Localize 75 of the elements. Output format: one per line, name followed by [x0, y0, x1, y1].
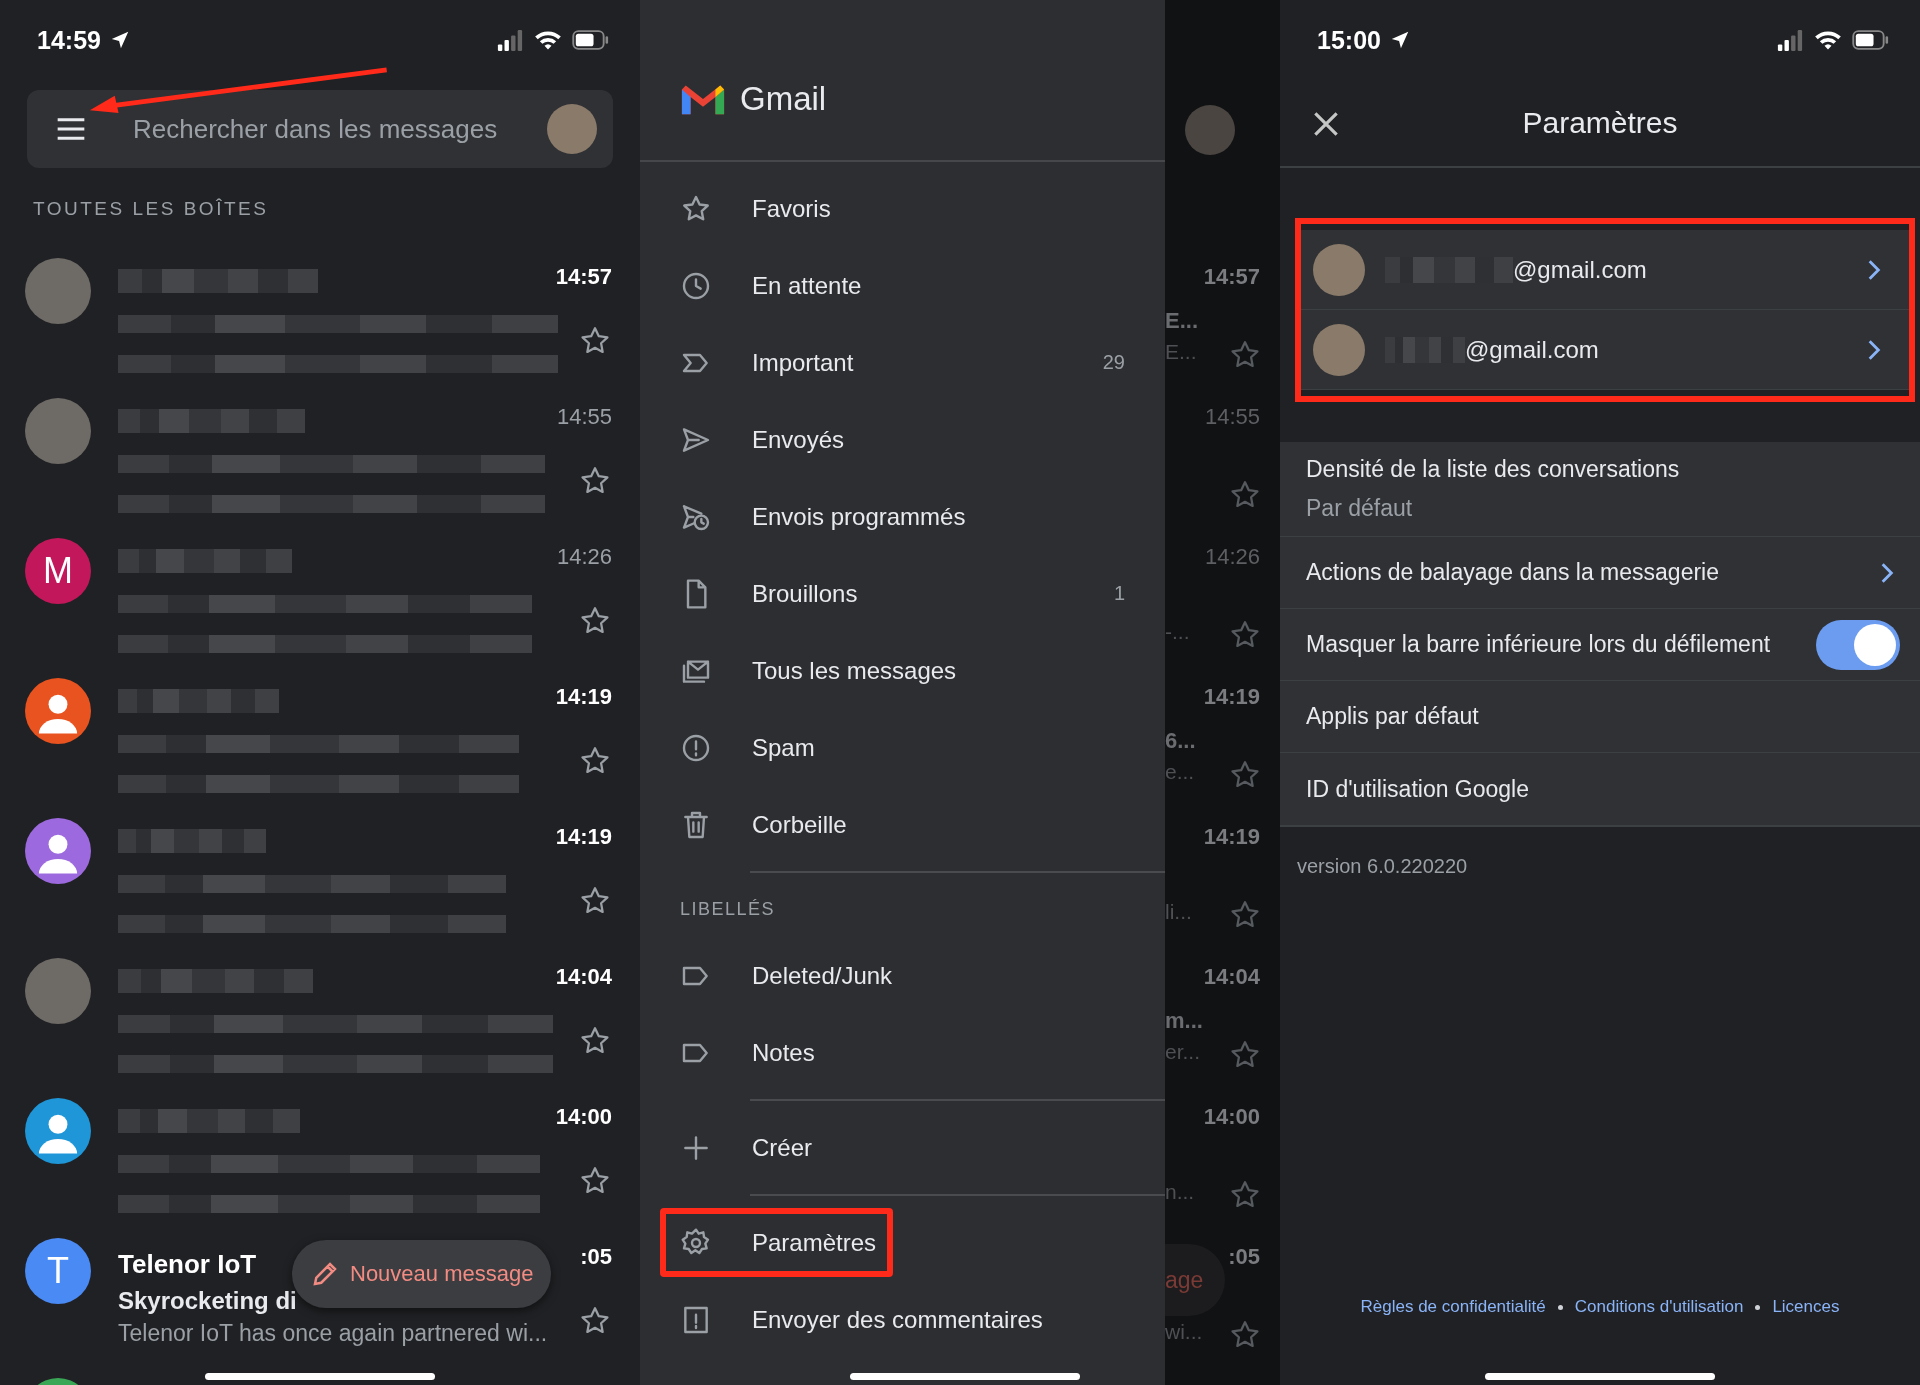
drawer-item[interactable]: Favoris	[640, 170, 1165, 247]
drawer-item[interactable]: Deleted/Junk	[640, 937, 1165, 1014]
message-subject: E...	[1165, 308, 1198, 334]
section-title: LIBELLÉS	[679, 897, 777, 921]
app-title: Gmail	[740, 80, 827, 118]
battery-icon	[1852, 29, 1890, 51]
message-time: 14:55	[556, 404, 612, 430]
drawer-item[interactable]: Créer	[640, 1109, 1165, 1186]
drawer-item[interactable]: Brouillons 1	[640, 555, 1165, 632]
photo-placeholder	[1313, 243, 1365, 296]
message-snippet: Telenor IoT has once again partnered wi...	[118, 1320, 548, 1347]
setting-label[interactable]: Applis par défaut	[1306, 703, 1479, 730]
setting-label[interactable]: Actions de balayage dans la messagerie	[1306, 559, 1719, 586]
message-time: 14:26	[1204, 544, 1260, 570]
message-time: 14:19	[555, 684, 612, 710]
drawer-item[interactable]: Envoyer des commentaires	[640, 1281, 1165, 1358]
message-time: 14:55	[1204, 404, 1260, 430]
drawer-item[interactable]: Important 29	[640, 324, 1165, 401]
status-time: 14:59	[37, 25, 101, 55]
drawer-item[interactable]: Spam	[640, 709, 1165, 786]
message-snippet: -...	[1165, 620, 1190, 644]
message-time: 14:04	[1203, 964, 1260, 990]
message-time: 14:00	[555, 1104, 612, 1130]
avatar: M	[25, 538, 91, 604]
screen-title: Paramètres	[1522, 106, 1678, 140]
message-subject: m...	[1165, 1008, 1203, 1034]
message-time: 14:57	[1203, 264, 1260, 290]
setting-label[interactable]: ID d'utilisation Google	[1306, 775, 1529, 803]
photo-placeholder	[1185, 105, 1235, 155]
drawer-item[interactable]: Envoyés	[640, 401, 1165, 478]
battery-icon	[572, 29, 610, 51]
avatar: T	[25, 1238, 91, 1304]
sender-name: Telenor IoT	[118, 1249, 257, 1279]
message-snippet: n...	[1165, 1180, 1195, 1204]
toggle-switch[interactable]	[1816, 619, 1900, 670]
wifi-icon	[534, 29, 562, 51]
setting-value: Par défaut	[1306, 495, 1414, 522]
account-row[interactable]: @gmail.com	[1301, 230, 1909, 310]
drawer-item[interactable]: Tous les messages	[640, 632, 1165, 709]
footer-link[interactable]: Conditions d'utilisation	[1574, 1297, 1744, 1317]
drawer-item[interactable]: Notes	[640, 1014, 1165, 1091]
footer-link[interactable]: Règles de confidentialité	[1360, 1297, 1546, 1317]
separator-dot	[1557, 1304, 1563, 1310]
message-time: 14:26	[556, 544, 612, 570]
message-time: :05	[1228, 1244, 1260, 1270]
account-row[interactable]: @gmail.com	[1301, 310, 1909, 390]
drawer-item[interactable]: En attente	[640, 247, 1165, 324]
message-time: 14:00	[1203, 1104, 1260, 1130]
message-subject: 6...	[1165, 728, 1196, 754]
drawer-item[interactable]: Paramètres	[640, 1204, 1165, 1281]
version-text: version 6.0.220220	[1296, 854, 1469, 878]
setting-label: Densité de la liste des conversations	[1306, 456, 1680, 483]
message-snippet: wi...	[1165, 1320, 1203, 1344]
section-title: TOUTES LES BOÎTES	[33, 198, 269, 220]
message-time: 14:57	[555, 264, 612, 290]
setting-label: Masquer la barre inférieure lors du défilement	[1306, 631, 1771, 658]
signal-icon	[496, 29, 524, 51]
message-time: :05	[580, 1244, 612, 1270]
separator-dot	[1755, 1304, 1761, 1310]
message-snippet: er...	[1165, 1040, 1201, 1064]
message-time: 14:19	[555, 824, 612, 850]
drawer-item[interactable]: Corbeille	[640, 786, 1165, 863]
message-snippet: e...	[1165, 760, 1195, 784]
footer-link[interactable]: Licences	[1772, 1297, 1840, 1317]
message-snippet: E...	[1165, 340, 1197, 364]
message-time: 14:19	[1203, 824, 1260, 850]
wifi-icon	[1814, 29, 1842, 51]
drawer-item[interactable]: Envois programmés	[640, 478, 1165, 555]
message-time: 14:19	[1203, 684, 1260, 710]
status-time: 15:00	[1317, 25, 1381, 55]
message-snippet: li...	[1165, 900, 1192, 924]
message-time: 14:04	[555, 964, 612, 990]
search-field[interactable]: Rechercher dans les messages	[27, 90, 613, 168]
photo-placeholder	[1313, 323, 1365, 376]
signal-icon	[1776, 29, 1804, 51]
